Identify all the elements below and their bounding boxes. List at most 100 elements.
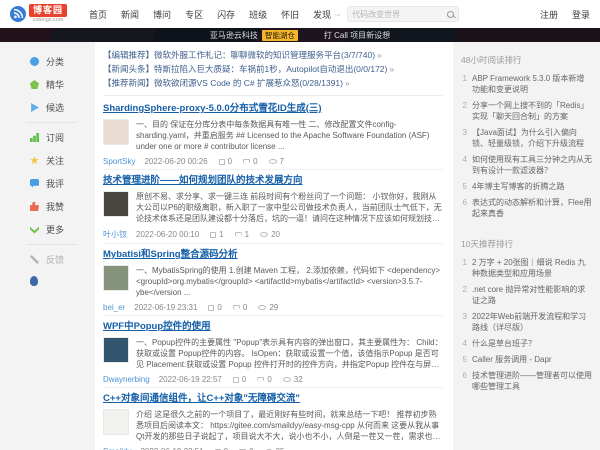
main-feed: 【编辑推荐】微软外服工作札记：聊聊微软的知识管理服务平台(3/7/740)» 【… (95, 42, 453, 450)
comment-count-group[interactable]: 0 (233, 303, 247, 312)
rank-item[interactable]: 1 2 万字 + 20张图｜细说 Redis 九种数据类型和应用场景 (461, 257, 592, 279)
headline-text: 微软外服工作札记：聊聊微软的知识管理服务平台 (154, 50, 341, 60)
post-author-link[interactable]: 叶小钗 (103, 229, 127, 240)
auth-links: 注册 登录 (540, 8, 590, 21)
comment-icon (233, 305, 240, 310)
search-icon[interactable] (447, 11, 454, 18)
rank-48h-list: 1 ABP Framework 5.3.0 版本新增功能和变更说明 2 分享一个… (461, 73, 592, 219)
sidebar-item[interactable]: 精华 (0, 73, 95, 96)
rank-item[interactable]: 3 【Java面试】为什么引入偏向锁、轻量级锁，介绍下升级流程 (461, 127, 592, 149)
sidebar-item[interactable]: 分类 (0, 50, 95, 73)
search-box[interactable] (347, 6, 459, 22)
author-avatar[interactable] (103, 119, 129, 145)
headline-counts: (0/28/1391) (300, 78, 343, 88)
digg-count-group[interactable]: 0 (208, 303, 221, 312)
sidebar-item[interactable]: 关注 (0, 149, 95, 172)
post-title-link[interactable]: 技术管理进阶——如何规划团队的技术发展方向 (103, 174, 443, 188)
comment-count-group[interactable]: 1 (235, 230, 249, 239)
digg-count: 0 (217, 303, 221, 312)
rank-item[interactable]: 2 分享一个网上搜不到的「Redis」实现「聊天回合制」的方案 (461, 100, 592, 122)
nav-item[interactable]: 首页 (89, 8, 107, 21)
gem-icon (30, 80, 39, 89)
nav-item-discover[interactable]: 发现 (313, 8, 339, 21)
thumb-icon (30, 202, 39, 211)
headline-counts: (0/0/172) (353, 64, 387, 74)
author-avatar[interactable] (103, 191, 129, 217)
nav-item[interactable]: 专区 (185, 8, 203, 21)
rank-item[interactable]: 4 什么是草台班子？ (461, 338, 592, 349)
logo-domain: cnblogs.com (29, 18, 67, 24)
rank-item[interactable]: 4 如何使用现有工具三分钟之内从无到有设计一款滤波器？ (461, 154, 592, 176)
post-date: 2022-06-19 23:31 (134, 303, 197, 312)
author-avatar[interactable] (103, 337, 129, 363)
sidebar-divider (26, 122, 77, 123)
digg-count-group[interactable]: 0 (233, 375, 246, 384)
nav-item[interactable]: 怀旧 (281, 8, 299, 21)
author-avatar[interactable] (103, 265, 129, 291)
search-input[interactable] (352, 10, 447, 19)
rank-item[interactable]: 1 ABP Framework 5.3.0 版本新增功能和变更说明 (461, 73, 592, 95)
post-title-link[interactable]: ShardingSphere-proxy-5.0.0分布式雪花ID生成(三) (103, 102, 443, 116)
cnblogs-logo[interactable]: 博客园 cnblogs.com (10, 4, 67, 24)
view-count-group: 32 (283, 375, 303, 384)
nav-item[interactable]: 闪存 (217, 8, 235, 21)
author-avatar[interactable] (103, 409, 129, 435)
rank-item[interactable]: 6 表达式的动态解析和计算，Flee用起来真香 (461, 197, 592, 219)
post-author-link[interactable]: SportSky (103, 157, 135, 166)
post-title-link[interactable]: Mybatisi和Spring整合源码分析 (103, 248, 443, 262)
sidebar-item-label: 反馈 (46, 253, 64, 266)
rank-item-text: 【Java面试】为什么引入偏向锁、轻量级锁，介绍下升级流程 (472, 127, 592, 149)
nav-item[interactable]: 班级 (249, 8, 267, 21)
sidebar-item[interactable]: 更多 (0, 218, 95, 241)
digg-count-group[interactable]: 0 (219, 157, 232, 166)
post-meta: SportSky 2022-06-20 00:26 0 0 7 (103, 157, 443, 166)
post-title-link[interactable]: WPF中Popup控件的使用 (103, 320, 443, 334)
logo-brand: 博客园 (29, 4, 67, 17)
rank-10d-list: 1 2 万字 + 20张图｜细说 Redis 九种数据类型和应用场景 2 .ne… (461, 257, 592, 392)
comment-count-group[interactable]: 0 (243, 157, 257, 166)
sidebar-item[interactable]: 我赞 (0, 195, 95, 218)
candidate-icon (30, 103, 39, 112)
post-title-link[interactable]: C++对象间通信组件，让C++对象"无障碍交流" (103, 392, 443, 406)
post-meta: bei_er 2022-06-19 23:31 0 0 29 (103, 303, 443, 312)
rank-item[interactable]: 2 .net core 抛异常对性能影响的求证之路 (461, 284, 592, 306)
wrench-icon (30, 255, 39, 264)
rank-item-text: .net core 抛异常对性能影响的求证之路 (472, 284, 592, 306)
sidebar-item[interactable] (0, 271, 95, 291)
register-link[interactable]: 注册 (540, 8, 558, 21)
digg-icon (233, 377, 239, 383)
comment-count-group[interactable]: 0 (257, 375, 271, 384)
sidebar-item[interactable]: 我评 (0, 172, 95, 195)
headline-link[interactable]: 【新闻头条】特斯拉陷入巨大质疑：车祸前1秒，Autopilot自动退出(0/0/… (103, 62, 443, 76)
rank-number: 6 (461, 197, 467, 219)
nav-item[interactable]: 新闻 (121, 8, 139, 21)
headline-link[interactable]: 【推荐新闻】微软欲闭源VS Code 的 C# 扩展惹众怒(0/28/1391)… (103, 76, 443, 90)
post-meta: Dwaynerbing 2022-06-19 22:57 0 0 32 (103, 375, 443, 384)
nav-item[interactable]: 博问 (153, 8, 171, 21)
rank-item[interactable]: 6 技术管理进阶——管理者可以使用哪些管理工具 (461, 370, 592, 392)
sidebar-item-label: 我评 (46, 177, 64, 190)
view-count: 29 (269, 303, 278, 312)
digg-count: 0 (242, 375, 246, 384)
more-arrow: » (389, 64, 394, 74)
login-link[interactable]: 登录 (572, 8, 590, 21)
nav-discover-label: 发现 (313, 8, 331, 21)
rank-item[interactable]: 5 Caller 服务调用 - Dapr (461, 354, 592, 365)
digg-count-group[interactable]: 1 (210, 230, 223, 239)
rank-item[interactable]: 5 4年博主写博客的折腾之路 (461, 181, 592, 192)
sidebar-item[interactable]: 反馈 (0, 248, 95, 271)
view-count-group: 7 (269, 157, 284, 166)
comment-count: 1 (245, 230, 249, 239)
rank-item-text: 表达式的动态解析和计算，Flee用起来真香 (472, 197, 592, 219)
category-icon (30, 57, 39, 66)
comment-count: 0 (253, 157, 257, 166)
headline-link[interactable]: 【编辑推荐】微软外服工作札记：聊聊微软的知识管理服务平台(3/7/740)» (103, 48, 443, 62)
post-author-link[interactable]: Dwaynerbing (103, 375, 150, 384)
rss-icon (30, 133, 39, 142)
ad-banner[interactable]: 亚马逊云科技 智能湖仓 打 Call 项目新设想 (0, 28, 600, 42)
rank-item[interactable]: 3 2022年Web前端开发流程和学习路线（详尽版） (461, 311, 592, 333)
sidebar-item[interactable]: 订阅 (0, 126, 95, 149)
sidebar-item-label: 候选 (46, 101, 64, 114)
sidebar-item[interactable]: 候选 (0, 96, 95, 119)
post-author-link[interactable]: bei_er (103, 303, 125, 312)
